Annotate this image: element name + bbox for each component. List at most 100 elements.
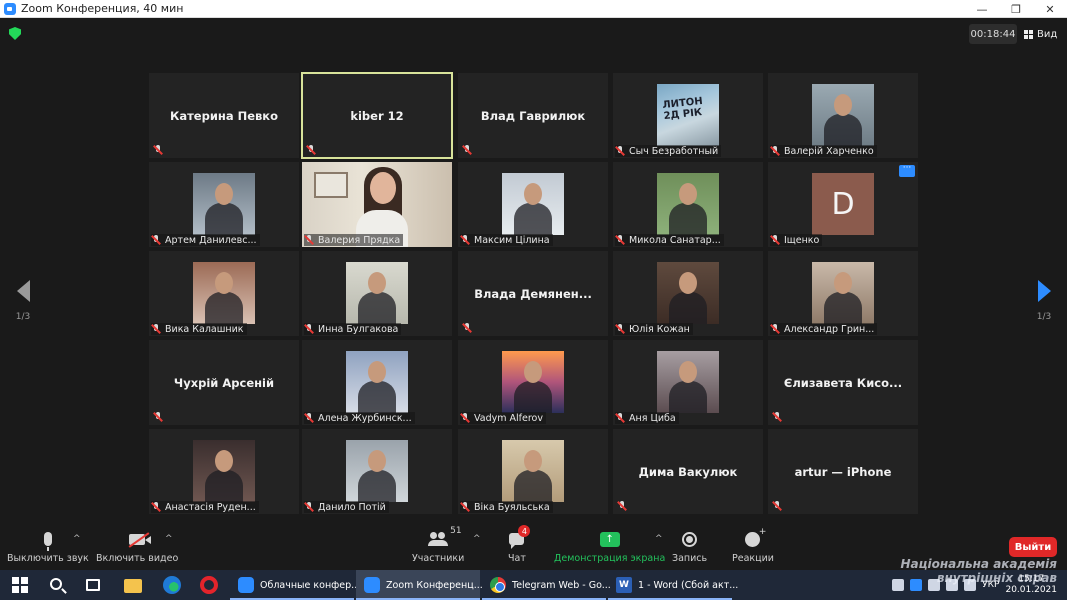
participant-display-name: artur — iPhone — [794, 464, 892, 479]
participant-tile[interactable]: Анастасія Руден... — [149, 429, 299, 514]
participant-name-label: Данило Потій — [304, 501, 389, 513]
view-button[interactable]: Вид — [1024, 24, 1057, 44]
muted-microphone-icon — [304, 235, 314, 245]
tray-app-icon[interactable] — [892, 579, 905, 591]
participant-name-label: Максим Цілина — [460, 234, 553, 246]
participant-tile[interactable]: Чухрій Арсеній — [149, 340, 299, 425]
system-clock[interactable]: 15:17 20.01.2021 — [1005, 574, 1057, 596]
keyboard-language[interactable]: УКР — [982, 580, 999, 590]
participant-tile[interactable]: kiber 12 — [301, 72, 453, 159]
participant-name: Юлія Кожан — [629, 323, 690, 335]
participant-tile[interactable]: Инна Булгакова — [302, 251, 452, 336]
participant-name-label: Юлія Кожан — [615, 323, 693, 335]
tray-zoom-icon[interactable] — [910, 579, 923, 591]
share-options-chevron-up-icon[interactable]: ^ — [655, 534, 663, 544]
muted-microphone-icon — [460, 413, 470, 423]
participant-tile[interactable]: Валерій Харченко — [768, 73, 918, 158]
participant-name-label: Валерия Прядка — [304, 234, 404, 246]
chat-unread-badge: 4 — [518, 525, 531, 537]
participant-tile[interactable]: Влад Гаврилюк — [458, 73, 608, 158]
tray-network-icon[interactable] — [946, 579, 959, 591]
participant-name: Аня Циба — [629, 412, 676, 424]
participant-name: Vadym Alferov — [474, 412, 543, 424]
participant-tile[interactable]: Александр Грин... — [768, 251, 918, 336]
leave-meeting-button[interactable]: Выйти — [1009, 537, 1057, 557]
audio-options-chevron-up-icon[interactable]: ^ — [73, 534, 81, 544]
maximize-button[interactable]: ❐ — [999, 0, 1033, 18]
participant-tile[interactable]: artur — iPhone — [768, 429, 918, 514]
windows-start-icon[interactable] — [12, 577, 28, 593]
participant-tile[interactable]: Vadym Alferov — [458, 340, 608, 425]
clock-time: 15:17 — [1018, 574, 1045, 584]
participant-name: Іщенко — [784, 234, 820, 246]
minimize-button[interactable]: — — [965, 0, 999, 18]
participant-tile[interactable]: Аня Циба — [613, 340, 763, 425]
participant-tile[interactable]: Влада Демянен... — [458, 251, 608, 336]
participant-tile[interactable]: Катерина Певко — [149, 73, 299, 158]
participant-tile[interactable]: D ··· Іщенко — [768, 162, 918, 247]
participant-display-name: Влада Демянен... — [474, 286, 592, 301]
search-icon[interactable] — [50, 578, 62, 590]
mute-label: Выключить звук — [7, 553, 89, 564]
task-label: Облачные конфер... — [260, 579, 361, 591]
tray-volume-icon[interactable] — [964, 579, 977, 591]
participant-display-name: Дима Вакулюк — [638, 464, 738, 479]
security-shield-icon[interactable] — [9, 27, 21, 40]
microphone-icon — [43, 532, 52, 551]
participant-avatar: D — [812, 173, 874, 235]
previous-page-button[interactable]: 1/3 — [8, 280, 38, 322]
record-button[interactable]: Запись — [672, 528, 707, 564]
opera-browser-icon[interactable] — [200, 576, 218, 594]
chat-button[interactable]: 4 Чат — [508, 525, 531, 564]
participant-tile[interactable]: Микола Санатар... — [613, 162, 763, 247]
participant-name: Артем Данилевс... — [165, 234, 257, 246]
more-options-icon[interactable]: ··· — [899, 164, 915, 177]
participant-name: Инна Булгакова — [318, 323, 399, 335]
participant-tile[interactable]: Дима Вакулюк — [613, 429, 763, 514]
participant-name-label: Александр Грин... — [770, 323, 878, 335]
participant-tile[interactable]: Юлія Кожан — [613, 251, 763, 336]
muted-microphone-icon — [304, 502, 314, 512]
task-view-icon[interactable] — [86, 579, 100, 591]
participant-tile[interactable]: Віка Буяльська — [458, 429, 608, 514]
taskbar-task-telegram[interactable]: Telegram Web - Go... — [482, 570, 611, 600]
tray-microphone-icon[interactable] — [928, 579, 941, 591]
participant-tile[interactable]: Алена Журбинск... — [302, 340, 452, 425]
participant-tile[interactable]: Максим Цілина — [458, 162, 608, 247]
participants-options-chevron-up-icon[interactable]: ^ — [473, 534, 481, 544]
participant-tile[interactable]: Данило Потій — [302, 429, 452, 514]
participant-name-label: Іщенко — [770, 234, 823, 246]
participants-button[interactable]: 51 Участники — [412, 526, 464, 564]
participants-count: 51 — [450, 526, 462, 536]
participant-photo — [193, 173, 255, 235]
edge-browser-icon[interactable] — [163, 576, 181, 594]
taskbar-task-word[interactable]: W 1 - Word (Сбой акт... — [608, 570, 738, 600]
participant-tile[interactable]: Валерия Прядка — [302, 162, 452, 247]
video-options-chevron-up-icon[interactable]: ^ — [165, 534, 173, 544]
participant-tile[interactable]: Єлизавета Кисо... — [768, 340, 918, 425]
participant-tile[interactable]: Сыч Безработный — [613, 73, 763, 158]
reactions-label: Реакции — [732, 553, 774, 564]
meeting-area: 00:18:44 Вид 1/3 1/3 Катерина Певко kiber… — [0, 18, 1067, 570]
window-controls: — ❐ ✕ — [965, 0, 1067, 18]
task-label: Telegram Web - Go... — [512, 579, 611, 591]
reactions-button[interactable]: Реакции — [732, 527, 774, 565]
muted-microphone-icon — [772, 412, 782, 422]
taskbar-task-cloud-conference[interactable]: Облачные конфер... — [230, 570, 360, 600]
participant-tile[interactable]: Артем Данилевс... — [149, 162, 299, 247]
participant-name-label: Микола Санатар... — [615, 234, 724, 246]
muted-microphone-icon — [151, 502, 161, 512]
share-screen-arrow-up-icon: ↑ — [599, 531, 620, 547]
muted-microphone-icon — [617, 501, 627, 511]
share-screen-button[interactable]: ↑ Демонстрация экрана — [554, 528, 665, 564]
next-page-button[interactable]: 1/3 — [1029, 280, 1059, 322]
zoom-icon — [364, 577, 380, 593]
muted-microphone-icon — [153, 412, 163, 422]
taskbar-task-zoom-meeting[interactable]: Zoom Конференц... — [356, 570, 483, 600]
muted-microphone-icon — [460, 502, 470, 512]
close-button[interactable]: ✕ — [1033, 0, 1067, 18]
participant-tile[interactable]: Вика Калашник — [149, 251, 299, 336]
participant-name-label: Алена Журбинск... — [304, 412, 415, 424]
file-explorer-icon[interactable] — [124, 579, 142, 593]
participant-name-label: Вика Калашник — [151, 323, 247, 335]
